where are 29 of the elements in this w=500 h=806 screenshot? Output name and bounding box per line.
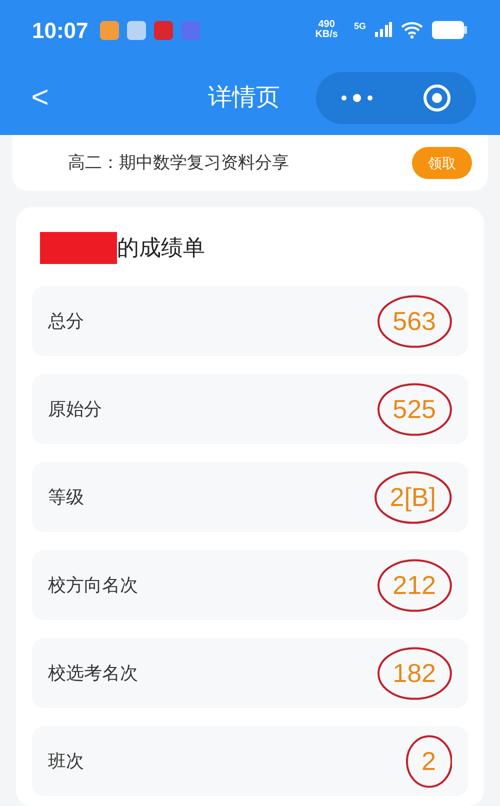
banner-text: 高二：期中数学复习资料分享 <box>68 152 290 174</box>
score-label: 原始分 <box>48 398 102 420</box>
score-value: 182 <box>392 658 436 688</box>
network-speed-unit: KB/s <box>315 30 338 40</box>
app-icon <box>154 20 174 40</box>
wifi-icon <box>400 21 424 39</box>
score-label: 班次 <box>48 750 84 772</box>
page-title: 详情页 <box>208 82 280 112</box>
network-type: 5G <box>354 20 366 33</box>
score-value: 212 <box>392 570 436 600</box>
battery-icon <box>432 20 468 40</box>
more-icon[interactable] <box>340 92 374 102</box>
score-label: 总分 <box>48 310 84 332</box>
status-time: 10:07 <box>32 16 88 44</box>
score-value: 525 <box>392 394 436 424</box>
app-icon <box>100 20 120 40</box>
back-button[interactable]: < <box>24 75 56 120</box>
report-title: 的成绩单 <box>117 234 205 262</box>
app-icon <box>181 20 200 40</box>
score-label: 校方向名次 <box>48 574 138 596</box>
app-icon <box>127 20 146 40</box>
score-label: 校选考名次 <box>48 662 138 684</box>
signal-icon <box>374 22 392 38</box>
score-value: 2[B] <box>390 482 436 512</box>
claim-button[interactable]: 领取 <box>412 147 472 179</box>
network-speed-value: 490 <box>318 20 335 30</box>
score-label: 等级 <box>48 486 84 508</box>
score-value: 2 <box>422 746 436 776</box>
score-value: 563 <box>392 306 436 336</box>
